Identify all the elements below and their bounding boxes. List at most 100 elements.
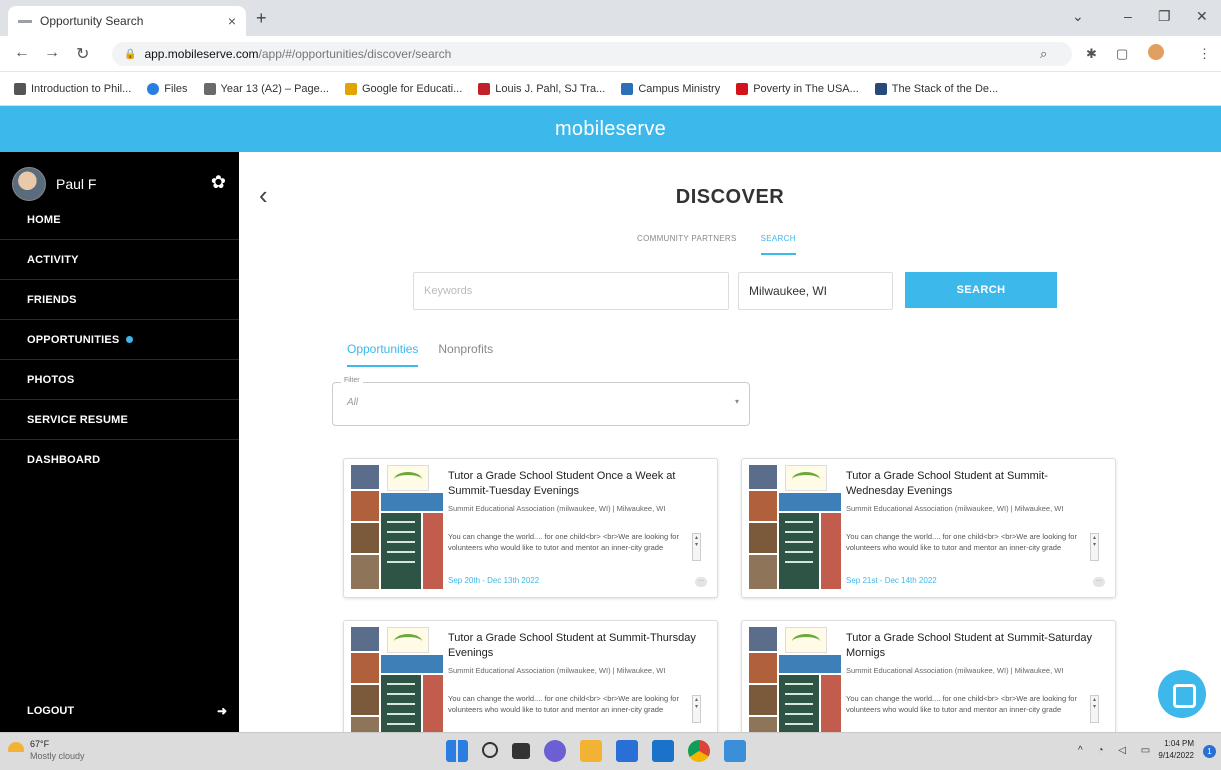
taskbar: 67°F Mostly cloudy ^ ◔ ◁ ▭ 1:04 PM 9/14/… <box>0 732 1221 770</box>
more-options-icon[interactable]: ··· <box>1093 577 1105 587</box>
bookmark-item[interactable]: The Stack of the De... <box>874 82 998 95</box>
bookmark-label: Campus Ministry <box>638 82 721 95</box>
more-options-icon[interactable]: ··· <box>695 577 707 587</box>
opportunity-title[interactable]: Tutor a Grade School Student at Summit-W… <box>846 469 1104 499</box>
microsoft-store-icon[interactable] <box>616 740 638 762</box>
tab-nonprofits[interactable]: Nonprofits <box>438 342 493 367</box>
opportunity-thumbnail <box>749 627 841 732</box>
chat-icon[interactable] <box>544 740 566 762</box>
sidebar-item-home[interactable]: HOME <box>0 200 239 240</box>
description-scrollbar[interactable]: ▴ ▾ <box>1090 695 1099 723</box>
chrome-icon[interactable] <box>688 740 710 762</box>
new-tab-button[interactable]: + <box>256 8 267 29</box>
clock-time: 1:04 PM <box>1164 739 1194 748</box>
weather-widget[interactable]: 67°F Mostly cloudy <box>8 738 85 762</box>
reload-icon[interactable]: ↻ <box>76 44 89 64</box>
sidebar: Paul F ✿ HOME ACTIVITY FRIENDS OPPORTUNI… <box>0 152 239 732</box>
location-input[interactable] <box>738 272 893 310</box>
taskbar-apps <box>446 740 746 762</box>
opportunity-card[interactable]: Tutor a Grade School Student at Summit-S… <box>741 620 1116 732</box>
description-scrollbar[interactable]: ▴ ▾ <box>692 533 701 561</box>
forward-arrow-icon[interactable]: → <box>44 44 60 62</box>
tab-favicon-icon <box>18 19 32 23</box>
filter-label: Filter <box>341 377 363 384</box>
extensions-icon[interactable]: ✱ <box>1086 46 1097 62</box>
opportunity-date: Sep 20th - Dec 13th 2022 <box>448 576 540 585</box>
back-arrow-icon[interactable]: ← <box>14 44 30 62</box>
tab-community-partners[interactable]: COMMUNITY PARTNERS <box>637 234 737 255</box>
opportunity-title[interactable]: Tutor a Grade School Student at Summit-T… <box>448 631 706 661</box>
file-explorer-icon[interactable] <box>580 740 602 762</box>
lock-icon: 🔒 <box>124 48 137 60</box>
logout-button[interactable]: LOGOUT ➜ <box>27 704 227 718</box>
brand-logo: mobileserve <box>554 117 667 140</box>
description-scrollbar[interactable]: ▴ ▾ <box>1090 533 1099 561</box>
tab-opportunities[interactable]: Opportunities <box>347 342 419 367</box>
search-icon[interactable] <box>482 742 498 758</box>
bookmark-label: Introduction to Phil... <box>31 82 132 95</box>
bookmark-label: Google for Educati... <box>361 82 463 95</box>
sidebar-item-label: ACTIVITY <box>27 253 79 266</box>
summit-logo-icon <box>785 465 827 491</box>
chevron-down-icon: ▾ <box>734 397 739 406</box>
tab-search-icon[interactable]: ⌄ <box>1072 8 1084 25</box>
sidebar-item-label: DASHBOARD <box>27 454 101 466</box>
mail-icon[interactable] <box>652 740 674 762</box>
tab-close-icon[interactable]: × <box>228 13 236 29</box>
opportunity-thumbnail <box>749 465 841 593</box>
opportunity-card[interactable]: Tutor a Grade School Student Once a Week… <box>343 458 718 598</box>
opportunity-title[interactable]: Tutor a Grade School Student at Summit-S… <box>846 631 1104 661</box>
sidepanel-icon[interactable]: ▢ <box>1116 46 1128 62</box>
weather-condition: Mostly cloudy <box>30 751 85 761</box>
flyer-image <box>779 675 819 732</box>
description-scrollbar[interactable]: ▴ ▾ <box>692 695 701 723</box>
sidebar-nav: HOME ACTIVITY FRIENDS OPPORTUNITIES PHOT… <box>0 200 239 480</box>
bookmark-item[interactable]: Files <box>147 82 188 95</box>
sidebar-item-opportunities[interactable]: OPPORTUNITIES <box>0 320 239 360</box>
opportunity-card[interactable]: Tutor a Grade School Student at Summit-T… <box>343 620 718 732</box>
sidebar-item-label: PHOTOS <box>27 373 75 386</box>
logout-label: LOGOUT <box>27 705 75 717</box>
filter-select[interactable]: Filter All ▾ <box>332 377 750 426</box>
profile-avatar-icon[interactable] <box>1148 44 1164 60</box>
restore-icon[interactable]: ❐ <box>1158 8 1171 25</box>
task-view-icon[interactable] <box>512 743 530 759</box>
opportunity-thumbnail <box>351 627 443 732</box>
window-close-icon[interactable]: ✕ <box>1196 8 1208 25</box>
notification-badge[interactable]: 1 <box>1203 745 1216 758</box>
user-profile[interactable]: Paul F ✿ <box>12 164 232 204</box>
bookmark-item[interactable]: Introduction to Phil... <box>14 82 132 95</box>
bookmarks-bar: Introduction to Phil... Files Year 13 (A… <box>0 72 1221 106</box>
sidebar-item-dashboard[interactable]: DASHBOARD <box>0 440 239 480</box>
gear-icon[interactable]: ✿ <box>211 172 226 193</box>
minimize-icon[interactable]: – <box>1124 8 1132 24</box>
bookmark-item[interactable]: Louis J. Pahl, SJ Tra... <box>478 82 606 95</box>
search-button[interactable]: SEARCH <box>905 272 1057 308</box>
bookmark-item[interactable]: Poverty in The USA... <box>736 82 859 95</box>
bookmark-item[interactable]: Year 13 (A2) – Page... <box>203 82 329 95</box>
sidebar-item-friends[interactable]: FRIENDS <box>0 280 239 320</box>
chat-launcher-icon[interactable] <box>1158 670 1206 718</box>
opportunity-title[interactable]: Tutor a Grade School Student Once a Week… <box>448 469 706 499</box>
system-tray[interactable]: ^ ◔ ◁ ▭ <box>1078 745 1156 756</box>
browser-menu-icon[interactable]: ⋮ <box>1198 46 1211 62</box>
bookmark-favicon-icon <box>736 82 749 95</box>
tab-search[interactable]: SEARCH <box>760 234 796 255</box>
sidebar-item-activity[interactable]: ACTIVITY <box>0 240 239 280</box>
notification-dot-icon <box>126 336 134 343</box>
windows-start-icon[interactable] <box>446 740 468 762</box>
bookmark-item[interactable]: Google for Educati... <box>344 82 463 95</box>
sidebar-item-service-resume[interactable]: SERVICE RESUME <box>0 400 239 440</box>
browser-tab[interactable]: Opportunity Search × <box>8 6 246 36</box>
clock[interactable]: 1:04 PM 9/14/2022 <box>1150 738 1194 762</box>
sidebar-item-photos[interactable]: PHOTOS <box>0 360 239 400</box>
keywords-input[interactable] <box>413 272 729 310</box>
opportunity-card[interactable]: Tutor a Grade School Student at Summit-W… <box>741 458 1116 598</box>
zoom-icon[interactable]: ⌕ <box>1040 46 1047 62</box>
url-field[interactable]: 🔒 app.mobileserve.com/app/#/opportunitie… <box>112 42 1072 66</box>
logout-icon: ➜ <box>216 704 227 718</box>
bookmark-label: Louis J. Pahl, SJ Tra... <box>495 82 606 95</box>
photos-icon[interactable] <box>724 740 746 762</box>
opportunity-description: You can change the world.... for one chi… <box>846 694 1077 714</box>
bookmark-item[interactable]: Campus Ministry <box>621 82 721 95</box>
